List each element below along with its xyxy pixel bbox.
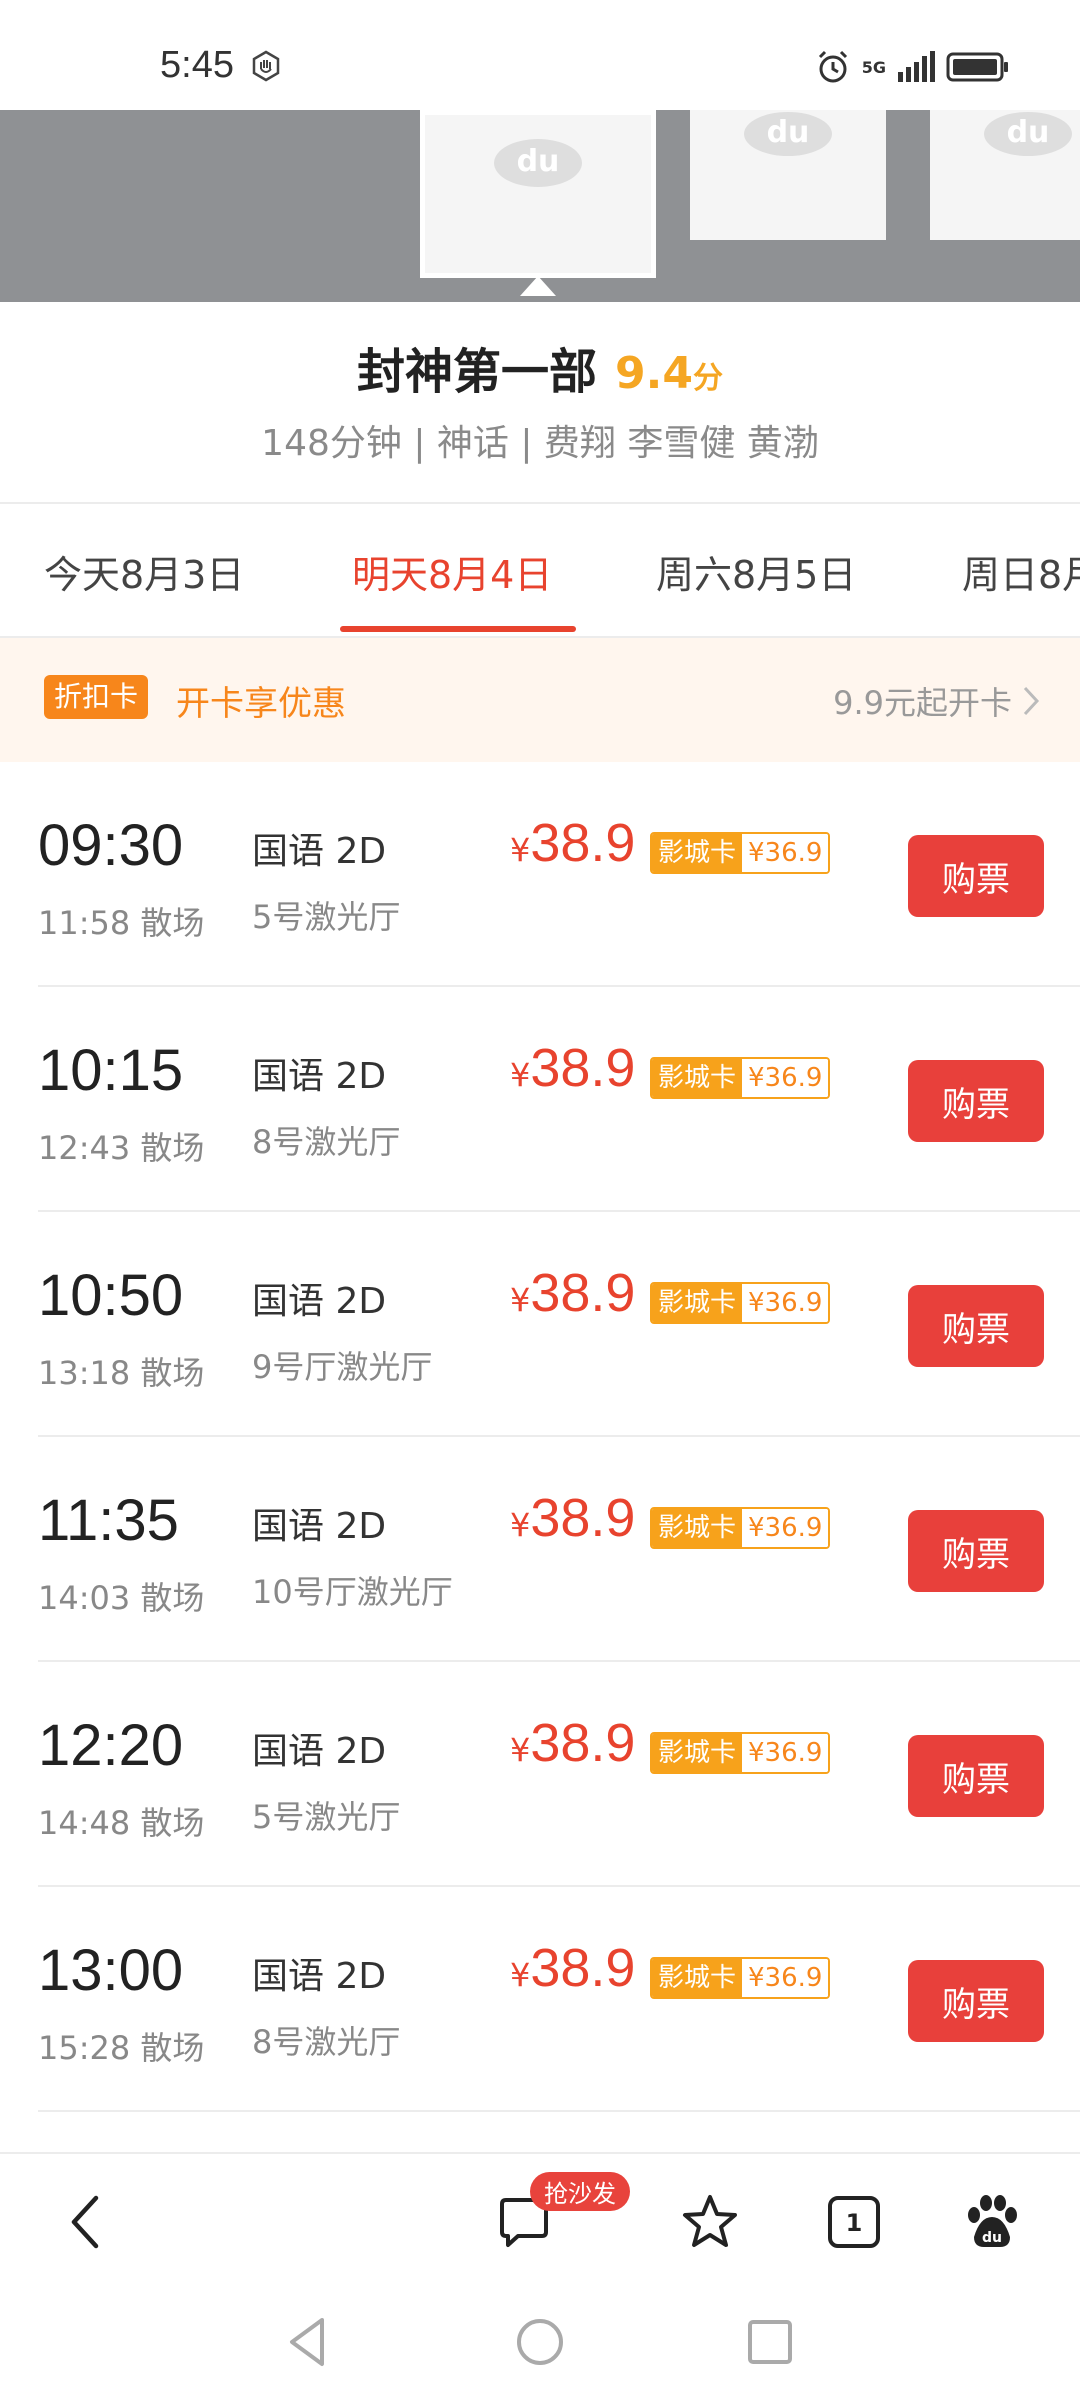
buy-ticket-button[interactable]: 购票: [908, 1510, 1044, 1592]
baidu-paw-icon[interactable]: du: [962, 2192, 1022, 2252]
svg-text:du: du: [982, 2230, 1002, 2246]
tabs-icon[interactable]: 1: [824, 2192, 884, 2252]
hall-name: 5号激光厅: [252, 1798, 401, 1836]
language-format: 国语 2D: [252, 1731, 387, 1772]
hall-name: 8号激光厅: [252, 1123, 401, 1161]
movie-score-unit: 分: [692, 361, 723, 396]
hall-name: 10号厅激光厅: [252, 1573, 453, 1611]
showtime-list: 09:30 11:58 散场 国语 2D 5号激光厅 ¥38.9 影城卡 ¥36.…: [0, 762, 1080, 2112]
cinema-card-tag: 影城卡 ¥36.9: [650, 832, 831, 874]
tab-date-tomorrow[interactable]: 明天8月4日: [352, 544, 552, 599]
svg-text:du: du: [1007, 115, 1050, 150]
promo-text: 开卡享优惠: [176, 684, 346, 724]
end-time: 15:28 散场: [38, 2029, 205, 2067]
end-time: 11:58 散场: [38, 904, 205, 942]
showtime-row[interactable]: 10:50 13:18 散场 国语 2D 9号厅激光厅 ¥38.9 影城卡 ¥36…: [0, 1212, 1080, 1437]
poster-pointer: [520, 276, 556, 296]
poster-item[interactable]: du: [930, 110, 1080, 240]
discount-card-banner[interactable]: 折扣卡 开卡享优惠 9.9元起开卡: [0, 638, 1080, 762]
language-format: 国语 2D: [252, 1956, 387, 1997]
svg-text:du: du: [767, 115, 810, 150]
price: ¥38.9: [510, 1488, 636, 1548]
end-time: 12:43 散场: [38, 1129, 205, 1167]
baidu-logo-icon: du: [744, 112, 832, 156]
start-time: 13:00: [38, 1938, 184, 2003]
chevron-right-icon: [1023, 686, 1040, 716]
baidu-logo-icon: du: [984, 112, 1072, 156]
baidu-logo-icon: du: [494, 139, 582, 187]
hall-name: 9号厅激光厅: [252, 1348, 433, 1386]
movie-meta: 148分钟 | 神话 | 费翔 李雪健 黄渤: [261, 423, 819, 464]
movie-score: 9.4: [615, 348, 693, 399]
cinema-card-tag: 影城卡 ¥36.9: [650, 1057, 831, 1099]
cinema-card-tag: 影城卡 ¥36.9: [650, 1732, 831, 1774]
language-format: 国语 2D: [252, 831, 387, 872]
end-time: 14:48 散场: [38, 1804, 205, 1842]
showtime-row[interactable]: 10:15 12:43 散场 国语 2D 8号激光厅 ¥38.9 影城卡 ¥36.…: [0, 987, 1080, 1212]
buy-ticket-button[interactable]: 购票: [908, 1735, 1044, 1817]
price: ¥38.9: [510, 1713, 636, 1773]
showtime-row[interactable]: 12:20 14:48 散场 国语 2D 5号激光厅 ¥38.9 影城卡 ¥36.…: [0, 1662, 1080, 1887]
start-time: 09:30: [38, 813, 184, 878]
movie-title-row: 封神第一部 9.4 分: [0, 332, 1080, 402]
tab-date-today[interactable]: 今天8月3日: [44, 544, 244, 599]
start-time: 10:15: [38, 1038, 184, 1103]
battery-icon: [946, 52, 1008, 82]
svg-text:1: 1: [846, 2209, 863, 2237]
star-icon[interactable]: [680, 2192, 740, 2252]
language-format: 国语 2D: [252, 1506, 387, 1547]
nav-back-icon[interactable]: [278, 2312, 338, 2372]
cinema-card-tag: 影城卡 ¥36.9: [650, 1957, 831, 1999]
discount-card-badge: 折扣卡: [44, 675, 149, 719]
poster-selected[interactable]: du: [420, 110, 656, 278]
divider: [38, 2110, 1080, 2112]
start-time: 11:35: [38, 1488, 179, 1553]
showtime-row[interactable]: 11:35 14:03 散场 国语 2D 10号厅激光厅 ¥38.9 影城卡 ¥3…: [0, 1437, 1080, 1662]
buy-ticket-button[interactable]: 购票: [908, 1285, 1044, 1367]
buy-ticket-button[interactable]: 购票: [908, 1060, 1044, 1142]
browser-toolbar: 抢沙发 1 du: [0, 2152, 1080, 2284]
end-time: 14:03 散场: [38, 1579, 205, 1617]
status-time: 5:45: [160, 44, 234, 86]
hand-icon: [252, 50, 280, 82]
tab-date-sunday[interactable]: 周日8月6日: [962, 544, 1080, 599]
back-arrow-icon[interactable]: [56, 2192, 116, 2252]
movie-info: 封神第一部 9.4 分 148分钟 | 神话 | 费翔 李雪健 黄渤: [0, 302, 1080, 502]
cinema-card-tag: 影城卡 ¥36.9: [650, 1282, 831, 1324]
date-tabs: 今天8月3日 明天8月4日 周六8月5日 周日8月6日: [0, 504, 1080, 636]
network-label: 5G: [861, 57, 886, 77]
price: ¥38.9: [510, 1263, 636, 1323]
open-card-text: 9.9元起开卡: [833, 684, 1012, 722]
cinema-card-tag: 影城卡 ¥36.9: [650, 1507, 831, 1549]
end-time: 13:18 散场: [38, 1354, 205, 1392]
tab-date-saturday[interactable]: 周六8月5日: [656, 544, 856, 599]
nav-recents-icon[interactable]: [740, 2312, 800, 2372]
hall-name: 5号激光厅: [252, 898, 401, 936]
price: ¥38.9: [510, 813, 636, 873]
status-bar: 5:45 5G: [0, 0, 1080, 110]
sofa-badge: 抢沙发: [530, 2172, 630, 2211]
poster-item[interactable]: du: [690, 110, 886, 240]
alarm-icon: [818, 50, 847, 83]
language-format: 国语 2D: [252, 1056, 387, 1097]
showtime-row[interactable]: 13:00 15:28 散场 国语 2D 8号激光厅 ¥38.9 影城卡 ¥36.…: [0, 1887, 1080, 2112]
status-icons: 5G: [814, 48, 1010, 86]
tab-active-indicator: [340, 626, 576, 632]
svg-text:du: du: [517, 144, 560, 179]
open-card-link[interactable]: 9.9元起开卡: [833, 678, 1040, 724]
system-nav-bar: [0, 2282, 1080, 2400]
price: ¥38.9: [510, 1038, 636, 1098]
hall-name: 8号激光厅: [252, 2023, 401, 2061]
start-time: 12:20: [38, 1713, 184, 1778]
buy-ticket-button[interactable]: 购票: [908, 1960, 1044, 2042]
poster-strip[interactable]: du du du: [0, 110, 1080, 302]
buy-ticket-button[interactable]: 购票: [908, 835, 1044, 917]
price: ¥38.9: [510, 1938, 636, 1998]
movie-title: 封神第一部: [357, 344, 598, 400]
showtime-row[interactable]: 09:30 11:58 散场 国语 2D 5号激光厅 ¥38.9 影城卡 ¥36.…: [0, 762, 1080, 987]
start-time: 10:50: [38, 1263, 184, 1328]
language-format: 国语 2D: [252, 1281, 387, 1322]
nav-home-icon[interactable]: [510, 2312, 570, 2372]
signal-icon: [898, 51, 935, 82]
